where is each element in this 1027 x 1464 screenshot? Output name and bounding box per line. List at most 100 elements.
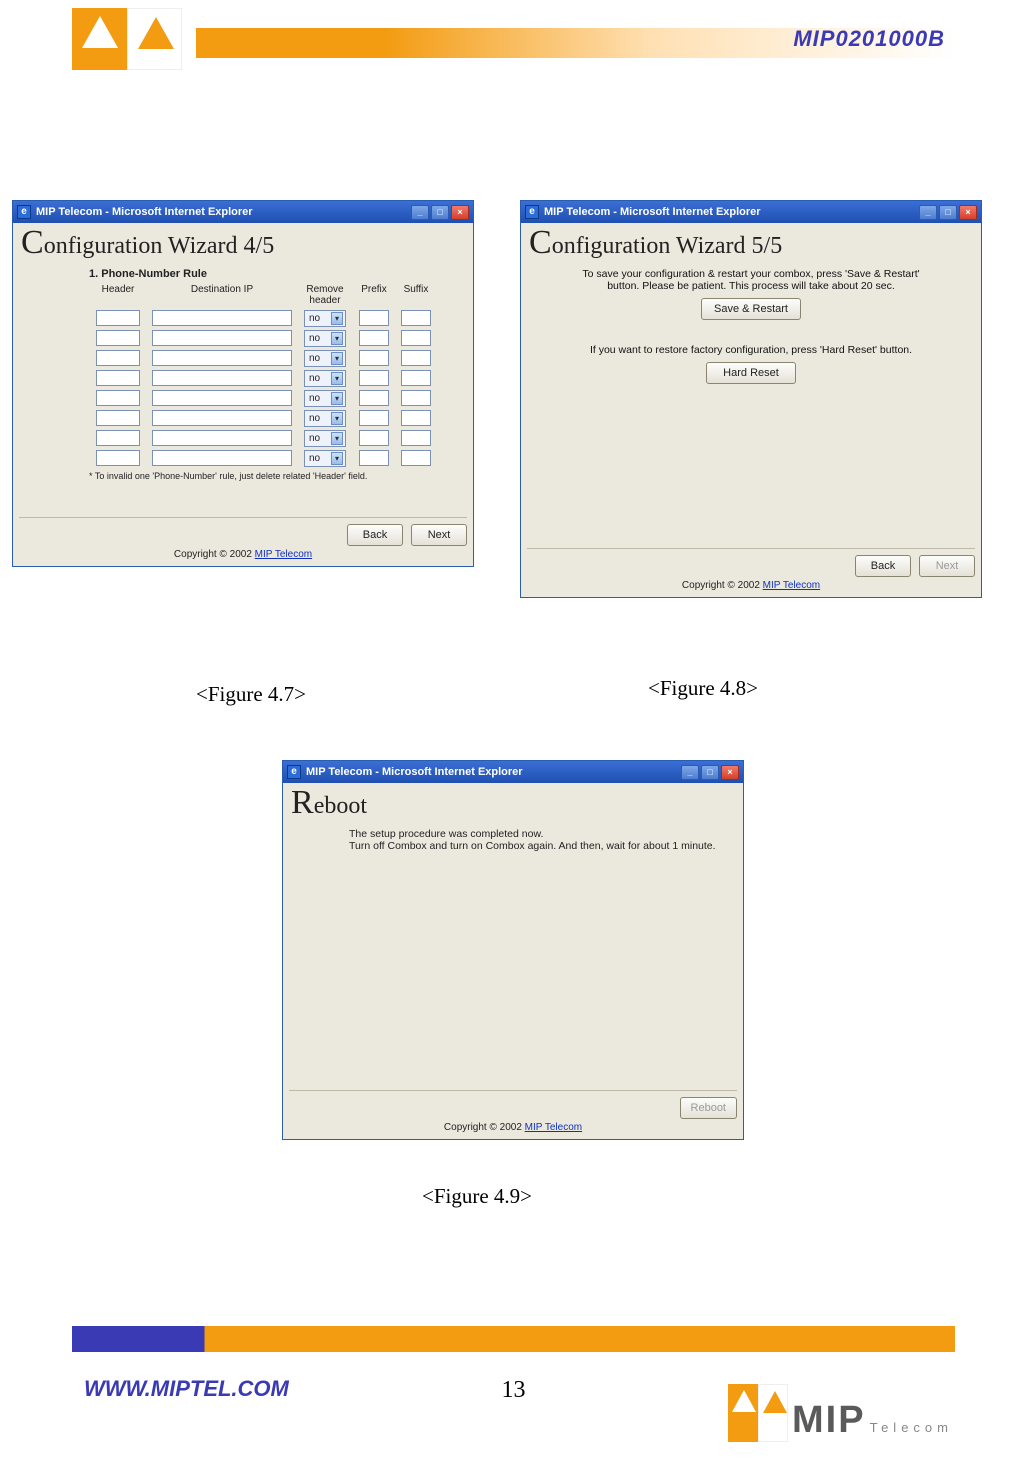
header-input[interactable] bbox=[96, 450, 140, 466]
suffix-input[interactable] bbox=[401, 390, 431, 406]
page-title: Configuration Wizard 5/5 bbox=[529, 229, 975, 260]
footer-bar bbox=[72, 1326, 955, 1352]
prefix-input[interactable] bbox=[359, 330, 389, 346]
window-titlebar[interactable]: MIP Telecom - Microsoft Internet Explore… bbox=[13, 201, 473, 223]
table-row: no▾ bbox=[89, 430, 467, 447]
prefix-input[interactable] bbox=[359, 370, 389, 386]
remove-header-select[interactable]: no▾ bbox=[304, 310, 346, 327]
table-footnote: * To invalid one 'Phone-Number' rule, ju… bbox=[89, 471, 467, 481]
prefix-input[interactable] bbox=[359, 410, 389, 426]
prefix-input[interactable] bbox=[359, 430, 389, 446]
section-heading: 1. Phone-Number Rule bbox=[89, 268, 467, 280]
hard-reset-button[interactable]: Hard Reset bbox=[706, 362, 796, 384]
hard-reset-message: If you want to restore factory configura… bbox=[567, 344, 935, 356]
figure-4-8-caption: <Figure 4.8> bbox=[648, 676, 758, 701]
window-title: MIP Telecom - Microsoft Internet Explore… bbox=[306, 766, 523, 778]
window-titlebar[interactable]: MIP Telecom - Microsoft Internet Explore… bbox=[283, 761, 743, 783]
footer-url[interactable]: WWW.MIPTEL.COM bbox=[84, 1376, 289, 1402]
remove-header-select[interactable]: no▾ bbox=[304, 410, 346, 427]
page-header: MIP0201000B bbox=[72, 8, 955, 70]
dest-ip-input[interactable] bbox=[152, 430, 292, 446]
minimize-button[interactable]: _ bbox=[919, 205, 937, 220]
col-header: Header bbox=[89, 284, 147, 306]
remove-header-select[interactable]: no▾ bbox=[304, 370, 346, 387]
close-button[interactable]: × bbox=[451, 205, 469, 220]
dest-ip-input[interactable] bbox=[152, 370, 292, 386]
ie-icon bbox=[17, 205, 31, 219]
suffix-input[interactable] bbox=[401, 450, 431, 466]
header-input[interactable] bbox=[96, 390, 140, 406]
back-button[interactable]: Back bbox=[347, 524, 403, 546]
maximize-button[interactable]: □ bbox=[701, 765, 719, 780]
window-titlebar[interactable]: MIP Telecom - Microsoft Internet Explore… bbox=[521, 201, 981, 223]
dest-ip-input[interactable] bbox=[152, 310, 292, 326]
dest-ip-input[interactable] bbox=[152, 450, 292, 466]
copyright-line: Copyright © 2002 MIP Telecom bbox=[527, 577, 975, 591]
chevron-down-icon: ▾ bbox=[331, 312, 343, 325]
prefix-input[interactable] bbox=[359, 310, 389, 326]
header-logo bbox=[72, 8, 182, 70]
window-title: MIP Telecom - Microsoft Internet Explore… bbox=[544, 206, 761, 218]
suffix-input[interactable] bbox=[401, 350, 431, 366]
dest-ip-input[interactable] bbox=[152, 410, 292, 426]
header-input[interactable] bbox=[96, 310, 140, 326]
prefix-input[interactable] bbox=[359, 450, 389, 466]
page-title: Configuration Wizard 4/5 bbox=[21, 229, 467, 260]
close-button[interactable]: × bbox=[721, 765, 739, 780]
window-title: MIP Telecom - Microsoft Internet Explore… bbox=[36, 206, 253, 218]
chevron-down-icon: ▾ bbox=[331, 432, 343, 445]
figure-4-9-window: MIP Telecom - Microsoft Internet Explore… bbox=[282, 760, 744, 1140]
header-input[interactable] bbox=[96, 330, 140, 346]
header-input[interactable] bbox=[96, 410, 140, 426]
table-row: no▾ bbox=[89, 310, 467, 327]
ie-icon bbox=[525, 205, 539, 219]
reboot-line-2: Turn off Combox and turn on Combox again… bbox=[349, 840, 737, 852]
suffix-input[interactable] bbox=[401, 410, 431, 426]
minimize-button[interactable]: _ bbox=[411, 205, 429, 220]
table-row: no▾ bbox=[89, 450, 467, 467]
dest-ip-input[interactable] bbox=[152, 390, 292, 406]
back-button[interactable]: Back bbox=[855, 555, 911, 577]
maximize-button[interactable]: □ bbox=[939, 205, 957, 220]
col-prefix: Prefix bbox=[353, 284, 395, 306]
header-bar: MIP0201000B bbox=[196, 28, 955, 58]
remove-header-select[interactable]: no▾ bbox=[304, 430, 346, 447]
figure-4-7-caption: <Figure 4.7> bbox=[196, 682, 306, 707]
chevron-down-icon: ▾ bbox=[331, 372, 343, 385]
page-title: Reboot bbox=[291, 789, 737, 820]
suffix-input[interactable] bbox=[401, 330, 431, 346]
table-row: no▾ bbox=[89, 330, 467, 347]
copyright-link[interactable]: MIP Telecom bbox=[525, 1122, 582, 1133]
suffix-input[interactable] bbox=[401, 310, 431, 326]
header-input[interactable] bbox=[96, 370, 140, 386]
next-button: Next bbox=[919, 555, 975, 577]
figure-4-7-window: MIP Telecom - Microsoft Internet Explore… bbox=[12, 200, 474, 567]
dest-ip-input[interactable] bbox=[152, 330, 292, 346]
next-button[interactable]: Next bbox=[411, 524, 467, 546]
footer-logo: MIPTelecom bbox=[728, 1384, 953, 1442]
dest-ip-input[interactable] bbox=[152, 350, 292, 366]
save-restart-button[interactable]: Save & Restart bbox=[701, 298, 801, 320]
copyright-link[interactable]: MIP Telecom bbox=[255, 549, 312, 560]
remove-header-select[interactable]: no▾ bbox=[304, 350, 346, 367]
remove-header-select[interactable]: no▾ bbox=[304, 330, 346, 347]
minimize-button[interactable]: _ bbox=[681, 765, 699, 780]
remove-header-select[interactable]: no▾ bbox=[304, 450, 346, 467]
chevron-down-icon: ▾ bbox=[331, 452, 343, 465]
table-row: no▾ bbox=[89, 370, 467, 387]
prefix-input[interactable] bbox=[359, 350, 389, 366]
prefix-input[interactable] bbox=[359, 390, 389, 406]
header-input[interactable] bbox=[96, 350, 140, 366]
copyright-link[interactable]: MIP Telecom bbox=[763, 580, 820, 591]
phone-number-rule-table: Header Destination IP Remove header Pref… bbox=[89, 284, 467, 467]
suffix-input[interactable] bbox=[401, 430, 431, 446]
close-button[interactable]: × bbox=[959, 205, 977, 220]
suffix-input[interactable] bbox=[401, 370, 431, 386]
reboot-line-1: The setup procedure was completed now. bbox=[349, 828, 737, 840]
figure-4-9-caption: <Figure 4.9> bbox=[422, 1184, 532, 1209]
remove-header-select[interactable]: no▾ bbox=[304, 390, 346, 407]
page-number: 13 bbox=[502, 1377, 526, 1404]
col-remove-header: Remove header bbox=[297, 284, 353, 306]
maximize-button[interactable]: □ bbox=[431, 205, 449, 220]
header-input[interactable] bbox=[96, 430, 140, 446]
